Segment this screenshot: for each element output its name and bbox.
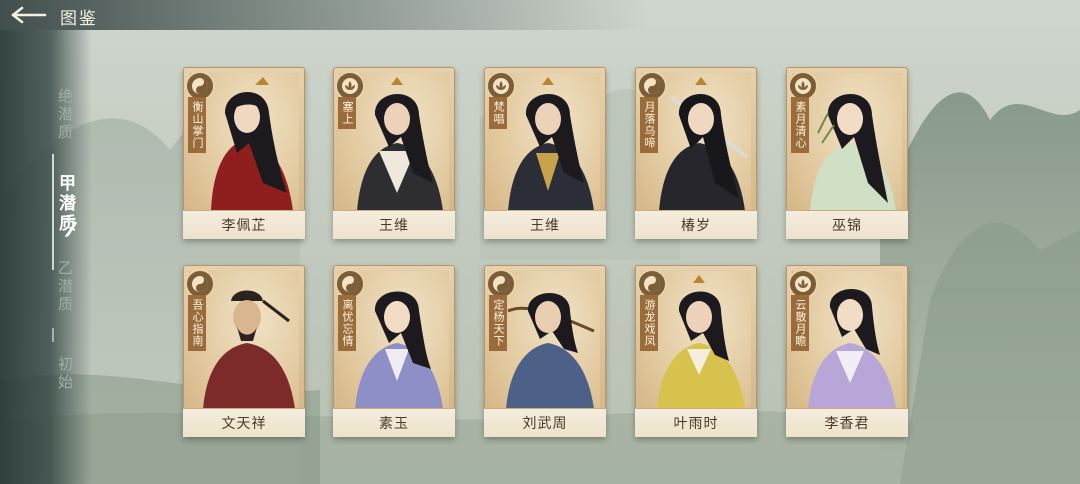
tab-yi-potential[interactable]: 乙潜质: [50, 260, 76, 314]
character-name: 巫锦: [786, 210, 908, 239]
character-epithet: 云散月瞻: [791, 295, 809, 351]
brush-icon: [65, 221, 77, 237]
character-card[interactable]: 梵唱 王维: [484, 67, 606, 239]
character-name: 王维: [333, 210, 455, 239]
character-name: 刘武周: [484, 408, 606, 437]
character-name: 椿岁: [635, 210, 757, 239]
tab-jue-potential[interactable]: 绝潜质: [50, 88, 76, 142]
character-name: 李佩芷: [183, 210, 305, 239]
character-epithet: 定杨天下: [489, 295, 507, 351]
tab-initial[interactable]: 初始: [50, 356, 76, 392]
tab-divider: [52, 328, 54, 342]
character-epithet: 素月清心: [791, 97, 809, 153]
character-name: 李香君: [786, 408, 908, 437]
sidebar: 绝潜质 甲潜质 乙潜质 初始: [0, 30, 92, 484]
top-bar: 图鉴: [0, 0, 1080, 30]
character-epithet: 游龙戏凤: [640, 295, 658, 351]
character-epithet: 吾心指南: [188, 295, 206, 351]
character-name: 叶雨时: [635, 408, 757, 437]
character-epithet: 月落乌啼: [640, 97, 658, 153]
character-name: 文天祥: [183, 408, 305, 437]
character-name: 素玉: [333, 408, 455, 437]
arrow-left-icon: [11, 6, 47, 24]
character-epithet: 塞上: [338, 97, 356, 129]
character-epithet: 衡山掌门: [188, 97, 206, 153]
character-card[interactable]: 离忧忘情 素玉: [333, 265, 455, 437]
character-card[interactable]: 塞上 王维: [333, 67, 455, 239]
back-button[interactable]: [6, 3, 50, 27]
character-card[interactable]: 素月清心 巫锦: [786, 67, 908, 239]
page-title: 图鉴: [60, 9, 98, 29]
character-card[interactable]: 衡山掌门 李佩芷: [183, 67, 305, 239]
character-epithet: 梵唱: [489, 97, 507, 129]
character-card[interactable]: 游龙戏凤 叶雨时: [635, 265, 757, 437]
character-card[interactable]: 定杨天下 刘武周: [484, 265, 606, 437]
character-name: 王维: [484, 210, 606, 239]
character-card[interactable]: 云散月瞻 李香君: [786, 265, 908, 437]
character-card[interactable]: 吾心指南 文天祥: [183, 265, 305, 437]
character-epithet: 离忧忘情: [338, 295, 356, 351]
character-card[interactable]: 月落乌啼 椿岁: [635, 67, 757, 239]
